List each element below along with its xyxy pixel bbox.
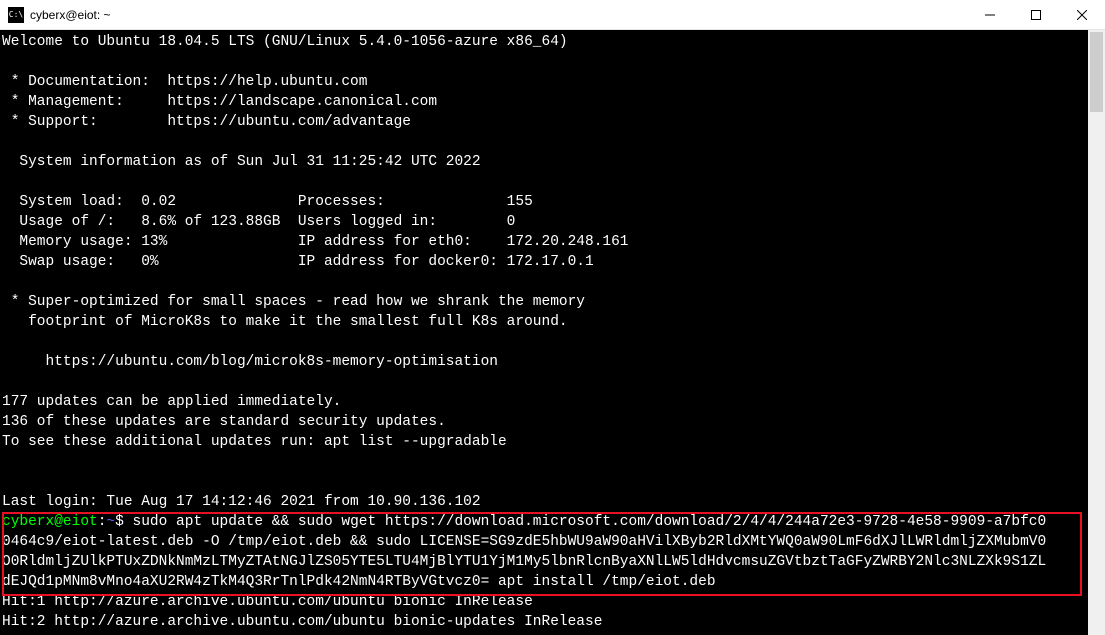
command-line: 0464c9/eiot-latest.deb -O /tmp/eiot.deb … <box>2 534 1046 550</box>
maximize-button[interactable] <box>1013 0 1059 30</box>
apt-output: Hit:1 http://azure.archive.ubuntu.com/ub… <box>2 594 533 610</box>
updates-line: 177 updates can be applied immediately. <box>2 394 341 410</box>
scrollbar-thumb[interactable] <box>1090 32 1103 112</box>
last-login: Last login: Tue Aug 17 14:12:46 2021 fro… <box>2 494 481 510</box>
window-titlebar: C:\ cyberx@eiot: ~ <box>0 0 1105 30</box>
motd-mgmt-link: * Management: https://landscape.canonica… <box>2 94 437 110</box>
motd-blurb: footprint of MicroK8s to make it the sma… <box>2 314 568 330</box>
command-line: O0RldmljZUlkPTUxZDNkNmMzLTMyZTAtNGJlZS05… <box>2 554 1046 570</box>
motd-support-link: * Support: https://ubuntu.com/advantage <box>2 114 411 130</box>
close-button[interactable] <box>1059 0 1105 30</box>
sysinfo-header: System information as of Sun Jul 31 11:2… <box>2 154 481 170</box>
motd-blurb: * Super-optimized for small spaces - rea… <box>2 294 585 310</box>
prompt-dollar: $ <box>115 514 132 530</box>
terminal-app-icon: C:\ <box>8 7 24 23</box>
sysinfo-line: Swap usage: 0% IP address for docker0: 1… <box>2 254 594 270</box>
minimize-button[interactable] <box>967 0 1013 30</box>
motd-welcome: Welcome to Ubuntu 18.04.5 LTS (GNU/Linux… <box>2 34 568 50</box>
command-line: sudo apt update && sudo wget https://dow… <box>133 514 1047 530</box>
window-controls <box>967 0 1105 30</box>
prompt-userhost: cyberx@eiot <box>2 514 98 530</box>
updates-line: 136 of these updates are standard securi… <box>2 414 446 430</box>
sysinfo-line: Memory usage: 13% IP address for eth0: 1… <box>2 234 629 250</box>
window-title: cyberx@eiot: ~ <box>30 8 111 22</box>
terminal-viewport[interactable]: Welcome to Ubuntu 18.04.5 LTS (GNU/Linux… <box>0 30 1085 635</box>
sysinfo-line: Usage of /: 8.6% of 123.88GB Users logge… <box>2 214 515 230</box>
command-line: dEJQd1pMNm8vMno4aXU2RW4zTkM4Q3RrTnlPdk42… <box>2 574 716 590</box>
apt-output: Hit:2 http://azure.archive.ubuntu.com/ub… <box>2 614 602 630</box>
sysinfo-line: System load: 0.02 Processes: 155 <box>2 194 533 210</box>
updates-line: To see these additional updates run: apt… <box>2 434 507 450</box>
motd-doc-link: * Documentation: https://help.ubuntu.com <box>2 74 367 90</box>
vertical-scrollbar[interactable] <box>1088 30 1105 635</box>
motd-blurb-link: https://ubuntu.com/blog/microk8s-memory-… <box>2 354 498 370</box>
prompt-path: ~ <box>106 514 115 530</box>
